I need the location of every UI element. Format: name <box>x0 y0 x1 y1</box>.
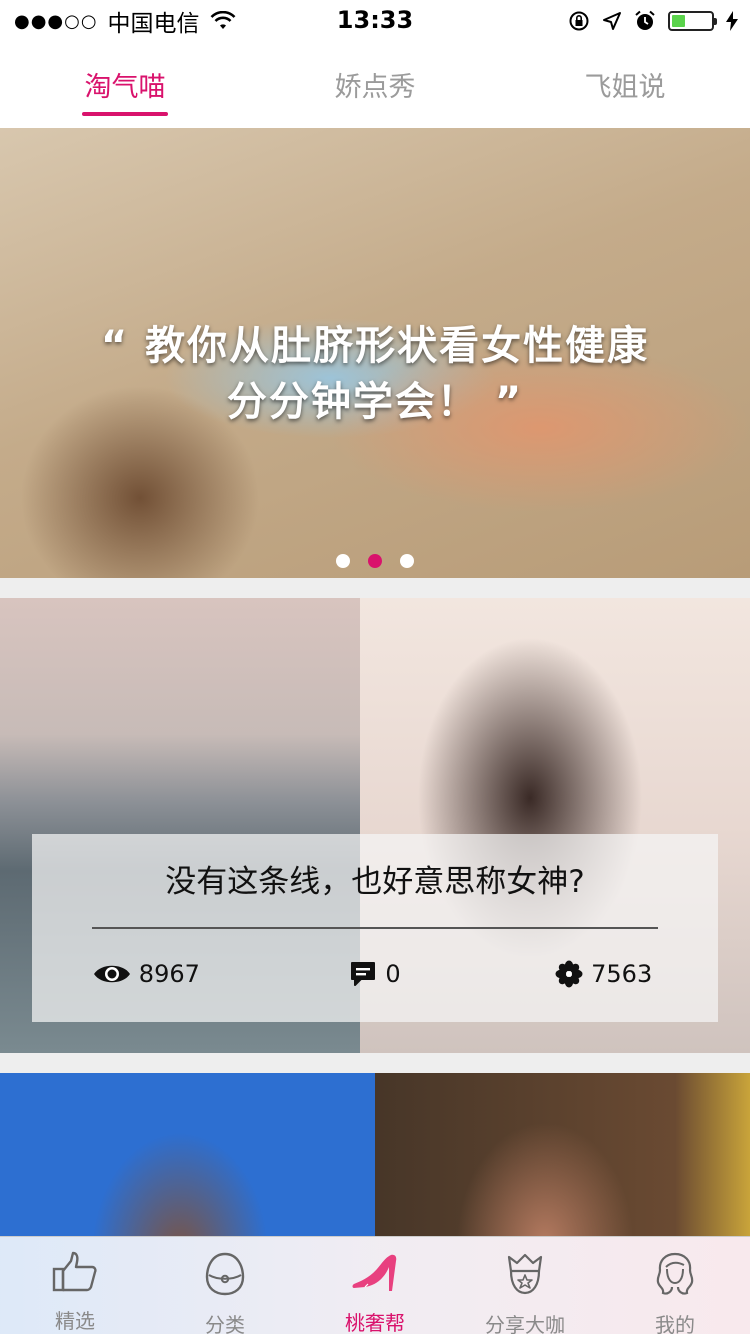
likes-stat[interactable]: 7563 <box>489 954 718 994</box>
thumbs-up-icon <box>51 1251 99 1293</box>
article-next-image-left <box>0 1073 375 1237</box>
tab-jiaodianxiu[interactable]: 娇点秀 <box>250 40 500 128</box>
carousel-dot-1[interactable] <box>336 554 350 568</box>
profile-icon <box>651 1251 699 1297</box>
bottom-tab-share-experts[interactable]: 分享大咖 <box>450 1237 600 1334</box>
category-icon <box>201 1251 249 1297</box>
rotation-lock-icon <box>569 11 589 31</box>
views-count: 8967 <box>138 960 200 988</box>
bottom-tab-label: 桃奢帮 <box>345 1311 405 1334</box>
section-divider <box>0 578 750 598</box>
battery-indicator <box>668 11 717 31</box>
bottom-tab-category[interactable]: 分类 <box>150 1237 300 1334</box>
article-stats: 8967 0 7563 <box>32 954 718 994</box>
top-tab-bar: 淘气喵 娇点秀 飞姐说 <box>0 40 750 128</box>
tab-taoqimiao[interactable]: 淘气喵 <box>0 40 250 128</box>
eye-icon <box>93 965 130 983</box>
status-right <box>568 6 738 36</box>
crown-badge-icon <box>501 1251 549 1297</box>
banner-quote-line2: 分分钟学会！ ” <box>226 379 524 425</box>
bottom-tab-label: 精选 <box>55 1309 95 1333</box>
bottom-tab-label: 我的 <box>655 1313 695 1334</box>
likes-count: 7563 <box>591 960 653 988</box>
battery-fill <box>672 15 686 27</box>
tab-feijieshuo[interactable]: 飞姐说 <box>500 40 750 128</box>
charging-icon <box>726 11 738 31</box>
high-heel-icon <box>351 1251 399 1295</box>
comments-count: 0 <box>385 960 401 988</box>
flower-icon <box>555 960 583 988</box>
section-divider <box>0 1053 750 1073</box>
bottom-tab-bar: 精选 分类 桃奢帮 分享大咖 我的 <box>0 1236 750 1334</box>
carousel-dot-3[interactable] <box>400 554 414 568</box>
comments-stat[interactable]: 0 <box>261 954 490 994</box>
alarm-icon <box>635 10 655 30</box>
article-next-image-right <box>375 1073 750 1237</box>
article-card-next[interactable] <box>0 1073 750 1237</box>
bottom-tab-mine[interactable]: 我的 <box>600 1237 750 1334</box>
bottom-tab-label: 分享大咖 <box>485 1313 565 1334</box>
article-divider <box>92 927 658 929</box>
location-icon <box>603 12 621 30</box>
bottom-tab-label: 分类 <box>205 1313 245 1334</box>
bottom-tab-featured[interactable]: 精选 <box>0 1237 150 1334</box>
bottom-tab-taoshebang[interactable]: 桃奢帮 <box>300 1237 450 1334</box>
banner-quote-line1: “ 教你从肚脐形状看女性健康 <box>100 323 650 369</box>
status-bar: ●●●○○ 中国电信 13:33 <box>0 0 750 40</box>
views-stat: 8967 <box>32 954 261 994</box>
article-info-panel: 没有这条线，也好意思称女神? 8967 0 7563 <box>32 834 718 1022</box>
carousel-pagination <box>0 554 750 568</box>
article-card[interactable]: 没有这条线，也好意思称女神? 8967 0 7563 <box>0 598 750 1053</box>
carousel-dot-2[interactable] <box>368 554 382 568</box>
article-title: 没有这条线，也好意思称女神? <box>165 864 585 900</box>
banner-carousel[interactable]: “ 教你从肚脐形状看女性健康 分分钟学会！ ” <box>0 128 750 578</box>
comment-icon <box>351 962 376 986</box>
banner-quote: “ 教你从肚脐形状看女性健康 分分钟学会！ ” <box>0 318 750 430</box>
